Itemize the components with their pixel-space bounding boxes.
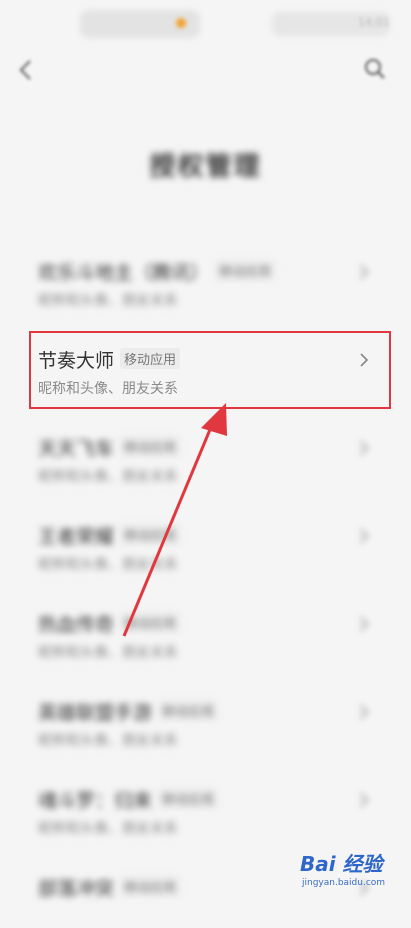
app-type-tag: 移动应用 [120,612,181,633]
app-type-tag: 移动应用 [120,436,181,457]
app-type-tag: 移动应用 [158,788,219,809]
search-icon[interactable] [362,56,388,82]
app-name: 部落冲突 [38,878,115,900]
app-permissions: 昵称和头像、朋友关系 [38,821,178,837]
chevron-right-icon [360,529,369,543]
app-permissions: 昵称和头像、朋友关系 [38,293,178,309]
app-permissions: 昵称和头像、朋友关系 [38,645,178,661]
back-arrow-icon[interactable] [12,56,40,84]
chevron-right-icon [360,793,369,807]
watermark-logo-text: Bai 经验 [300,852,383,876]
app-list-item[interactable]: 天天飞车 移动应用昵称和头像、朋友关系 [0,404,411,488]
app-permissions: 昵称和头像、朋友关系 [38,733,178,749]
baidu-jingyan-watermark: Bai 经验 jingyan.baidu.com [300,848,408,894]
highlight-box [29,331,391,409]
app-type-tag: 移动应用 [215,260,276,281]
app-list-item[interactable]: 热血传奇 移动应用昵称和头像、朋友关系 [0,580,411,664]
app-name: 欢乐斗地主（腾讯） [38,262,210,284]
app-type-tag: 移动应用 [120,524,181,545]
watermark-url: jingyan.baidu.com [302,878,386,888]
app-list-item[interactable]: 英雄联盟手游 移动应用昵称和头像、朋友关系 [0,668,411,752]
chevron-right-icon [360,705,369,719]
app-name: 天天飞车 [38,438,115,460]
page-title: 授权管理 [149,152,262,182]
app-name: 王者荣耀 [38,526,115,548]
app-name: 魂斗罗：归来 [38,790,153,812]
chevron-right-icon [360,617,369,631]
chevron-right-icon [360,265,369,279]
app-list-item[interactable]: 欢乐斗地主（腾讯） 移动应用昵称和头像、朋友关系 [0,228,411,312]
app-type-tag: 移动应用 [158,700,219,721]
app-permissions: 昵称和头像、朋友关系 [38,469,178,485]
app-list-item[interactable]: 魂斗罗：归来 移动应用昵称和头像、朋友关系 [0,756,411,840]
status-bar: 14:01 [0,0,411,48]
app-name: 热血传奇 [38,614,115,636]
chevron-right-icon [360,441,369,455]
app-name: 英雄联盟手游 [38,702,153,724]
status-time: 14:01 [358,16,390,29]
app-type-tag: 移动应用 [120,876,181,897]
app-list-item[interactable]: 王者荣耀 移动应用昵称和头像、朋友关系 [0,492,411,576]
notification-dot [176,18,186,28]
app-permissions: 昵称和头像、朋友关系 [38,557,178,573]
